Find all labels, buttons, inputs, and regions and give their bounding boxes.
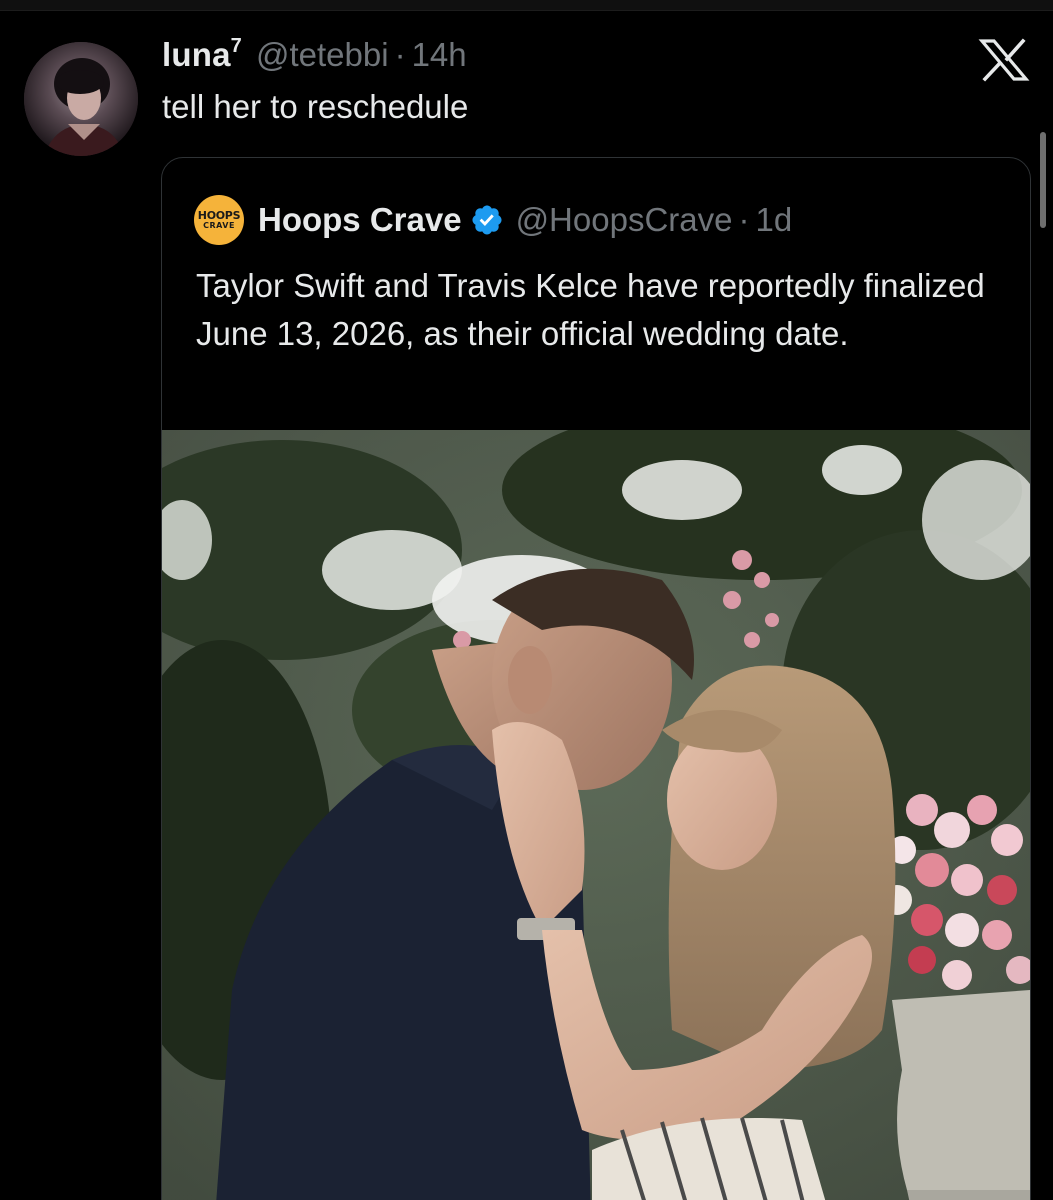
display-name-text: luna (162, 36, 231, 73)
hoops-crave-avatar[interactable]: HOOPS CRAVE (194, 195, 244, 245)
quoted-post-text: Taylor Swift and Travis Kelce have repor… (196, 267, 985, 352)
separator-dot: · (394, 36, 406, 73)
reply-text: tell her to reschedule (162, 88, 469, 125)
post-view: luna7 @tetebbi · 14h tell her to resched… (0, 0, 1053, 1200)
avatar-photo (24, 42, 138, 156)
quoted-post-card[interactable]: HOOPS CRAVE Hoops Crave @HoopsCrave · 1d… (161, 157, 1031, 1200)
display-name-superscript: 7 (230, 35, 242, 57)
reply-header: luna7 @tetebbi · 14h (162, 35, 467, 82)
handle[interactable]: @tetebbi (256, 36, 389, 74)
quoted-display-name[interactable]: Hoops Crave (258, 201, 462, 239)
quoted-post-header: HOOPS CRAVE Hoops Crave @HoopsCrave · 1d (194, 195, 792, 245)
avatar-logo-line1: HOOPS (197, 209, 241, 222)
verified-badge-icon (470, 203, 504, 237)
timestamp[interactable]: 14h (412, 36, 467, 74)
quoted-timestamp[interactable]: 1d (755, 201, 792, 239)
top-divider (0, 0, 1053, 11)
scrollbar-thumb[interactable] (1040, 132, 1046, 228)
quoted-handle[interactable]: @HoopsCrave (516, 201, 733, 239)
couple-photo (162, 430, 1030, 1200)
avatar-logo-line2: CRAVE (203, 221, 235, 230)
avatar[interactable] (24, 42, 138, 156)
x-logo-icon[interactable] (978, 38, 1030, 82)
display-name[interactable]: luna7 (162, 35, 242, 74)
separator-dot: · (738, 201, 750, 238)
post-photo[interactable] (162, 430, 1030, 1200)
